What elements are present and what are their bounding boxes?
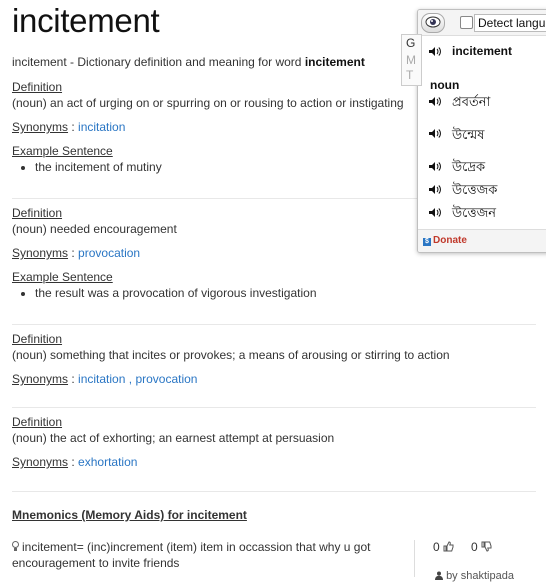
user-icon [435, 571, 443, 580]
synonyms-label: Synonyms [12, 120, 69, 134]
speaker-icon[interactable] [428, 128, 441, 139]
sense-divider [12, 491, 536, 492]
eye-button[interactable] [421, 13, 445, 33]
synonyms-row: Synonyms : exhortation [12, 454, 536, 470]
sense-divider [12, 407, 536, 408]
subtitle-prefix: incitement - Dictionary definition and m… [12, 55, 305, 69]
synonym-link-exhortation[interactable]: exhortation [78, 455, 137, 469]
speaker-icon[interactable] [428, 96, 441, 107]
synonym-link-provocation[interactable]: provocation [78, 246, 140, 260]
synonyms-separator: : [68, 455, 79, 469]
translation-item: উদ্রেক [452, 160, 486, 175]
definition-label: Definition [12, 80, 63, 94]
translation-item: প্রবর্তনা [452, 95, 491, 110]
upvote-count: 0 [433, 540, 440, 554]
synonyms-row: Synonyms : incitation , provocation [12, 371, 536, 387]
lightbulb-icon [12, 541, 20, 552]
sense-4: Definition (noun) the act of exhorting; … [12, 414, 536, 470]
part-of-speech: noun [430, 78, 460, 92]
translation-item: উন্মেষ [452, 128, 485, 143]
author-name: by shaktipada [446, 570, 514, 582]
donate-icon: $ [423, 238, 431, 246]
mnemonics-heading: Mnemonics (Memory Aids) for incitement [12, 508, 247, 522]
mnemonic-text: incitement= (inc)increment (item) item i… [12, 540, 371, 570]
synonyms-label: Synonyms [12, 455, 69, 469]
definition-text: (noun) something that incites or provoke… [12, 348, 450, 362]
tab-t[interactable]: T [406, 68, 413, 82]
definition-label: Definition [12, 415, 63, 429]
sense-3: Definition (noun) something that incites… [12, 331, 536, 387]
example-label: Example Sentence [12, 270, 113, 284]
definition-label: Definition [12, 332, 63, 346]
downvote-count: 0 [471, 540, 478, 554]
speaker-icon[interactable] [428, 184, 441, 195]
upvote-button[interactable]: 0 [433, 540, 454, 554]
mnemonic-entry: incitement= (inc)increment (item) item i… [12, 539, 392, 571]
thumbs-down-icon [481, 541, 492, 552]
thumbs-up-icon [443, 541, 454, 552]
translator-tabs: G M T [401, 34, 422, 86]
speaker-icon[interactable] [428, 207, 441, 218]
page-subtitle: incitement - Dictionary definition and m… [12, 55, 365, 69]
example-label: Example Sentence [12, 144, 113, 158]
example-item: the result was a provocation of vigorous… [35, 285, 536, 301]
mnemonic-author: by shaktipada [435, 570, 514, 582]
definition-label: Definition [12, 206, 63, 220]
synonym-link-provocation[interactable]: provocation [135, 372, 197, 386]
translation-item: উত্তেজন [452, 206, 497, 221]
synonyms-separator: : [68, 372, 79, 386]
synonyms-separator: : [68, 120, 79, 134]
definition-text: (noun) the act of exhorting; an earnest … [12, 431, 335, 445]
translation-popup: Detect langu incitement noun প্রবর্তনা উ… [417, 9, 546, 253]
page-title: incitement [12, 2, 160, 39]
donate-label: Donate [433, 235, 467, 246]
popup-footer: $ Donate [418, 229, 546, 252]
detect-language-label: Detect langu [474, 14, 546, 32]
example-list: the result was a provocation of vigorous… [12, 285, 536, 301]
synonym-link-incitation[interactable]: incitation [78, 372, 125, 386]
synonym-comma: , [125, 372, 136, 386]
detect-language-checkbox[interactable] [460, 16, 473, 29]
synonyms-label: Synonyms [12, 246, 69, 260]
eye-icon [425, 16, 441, 28]
subtitle-word: incitement [304, 55, 365, 69]
popup-word: incitement [452, 44, 513, 58]
synonyms-separator: : [68, 246, 79, 260]
sense-divider [12, 324, 536, 325]
popup-toolbar: Detect langu [418, 10, 546, 36]
translation-item: উত্তেজক [452, 183, 498, 198]
downvote-button[interactable]: 0 [471, 540, 492, 554]
synonym-link-incitation[interactable]: incitation [78, 120, 125, 134]
speaker-icon[interactable] [428, 161, 441, 172]
tab-g[interactable]: G [406, 36, 415, 50]
donate-link[interactable]: $ Donate [423, 235, 467, 246]
synonyms-label: Synonyms [12, 372, 69, 386]
tab-m[interactable]: M [406, 53, 416, 67]
vote-divider [414, 540, 415, 577]
speaker-icon[interactable] [428, 46, 441, 57]
